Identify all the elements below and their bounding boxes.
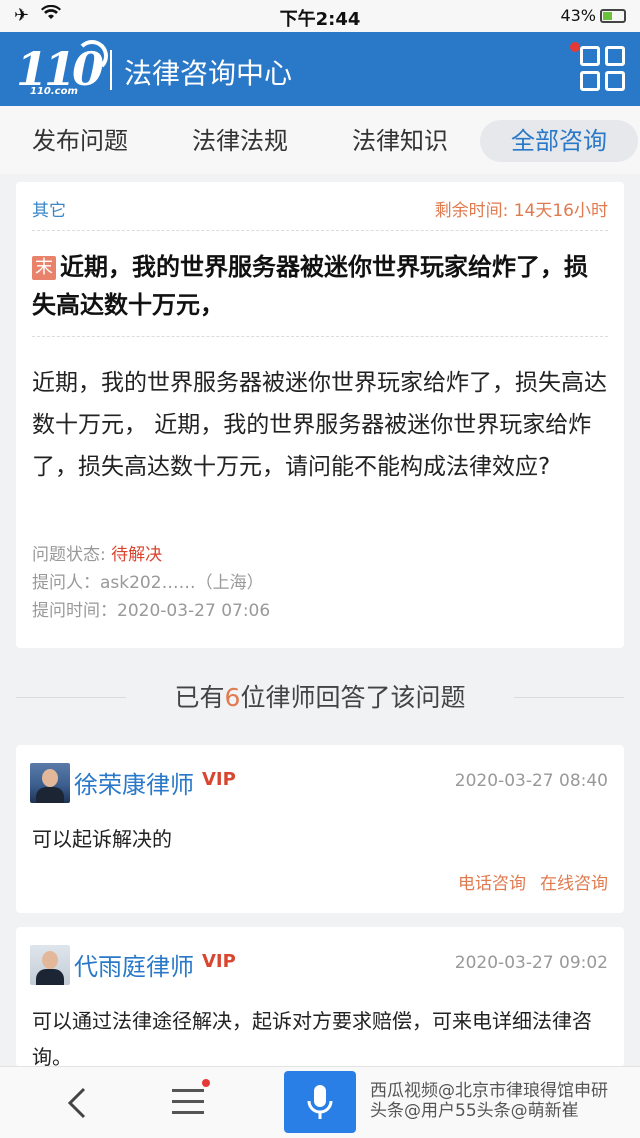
phone-consult-link[interactable]: 电话咨询 bbox=[458, 874, 526, 894]
bottom-toolbar: 西瓜视频@北京市律琅得馆申研 头条@用户55头条@萌新崔 bbox=[0, 1066, 640, 1138]
answer-time: 2020-03-27 08:40 bbox=[454, 771, 608, 791]
question-time: 提问时间：2020-03-27 07:06 bbox=[32, 601, 271, 621]
watermark-line-2: 头条@用户55头条@萌新崔 bbox=[370, 1101, 579, 1121]
question-card: 其它 剩余时间: 14天16小时 末近期，我的世界服务器被迷你世界玩家给炸了，损… bbox=[16, 182, 624, 648]
tab-laws-regulations[interactable]: 法律法规 bbox=[178, 120, 302, 162]
vip-badge: VIP bbox=[202, 769, 236, 790]
menu-icon[interactable] bbox=[172, 1089, 204, 1117]
answer-card: 徐荣康律师 VIP 2020-03-27 08:40 可以起诉解决的 电话咨询在… bbox=[16, 745, 624, 913]
app-header: 110 110.com 法律咨询中心 bbox=[0, 32, 640, 106]
tab-all-consultations[interactable]: 全部咨询 bbox=[480, 120, 638, 162]
site-logo[interactable]: 110 110.com bbox=[16, 40, 108, 98]
avatar[interactable] bbox=[30, 763, 70, 803]
notification-dot bbox=[202, 1079, 210, 1087]
question-title-text: 近期，我的世界服务器被迷你世界玩家给炸了，损失高达数十万元， bbox=[32, 253, 588, 319]
answer-actions: 电话咨询 在线咨询 bbox=[444, 869, 608, 894]
answer-time: 2020-03-27 09:02 bbox=[454, 953, 608, 973]
question-asker: 提问人：ask202……（上海） bbox=[32, 573, 264, 593]
divider bbox=[32, 230, 608, 231]
back-icon[interactable] bbox=[60, 1085, 96, 1121]
answers-heading-prefix: 已有 bbox=[174, 683, 225, 712]
status-time: 下午2:44 bbox=[279, 9, 361, 30]
question-body: 近期，我的世界服务器被迷你世界玩家给炸了，损失高达数十万元， 近期，我的世界服务… bbox=[32, 370, 607, 480]
answer-text: 可以通过法律途径解决，起诉对方要求赔偿，可来电详细法律咨询。 bbox=[32, 1009, 592, 1069]
question-category[interactable]: 其它 bbox=[32, 196, 66, 221]
remaining-time: 剩余时间: 14天16小时 bbox=[434, 201, 608, 221]
question-status: 问题状态: 待解决 bbox=[32, 540, 162, 565]
answer-card: 代雨庭律师 VIP 2020-03-27 09:02 可以通过法律途径解决，起诉… bbox=[16, 927, 624, 1069]
logo-swoosh-icon bbox=[76, 40, 108, 72]
question-title: 末近期，我的世界服务器被迷你世界玩家给炸了，损失高达数十万元， bbox=[32, 248, 608, 324]
tab-legal-knowledge[interactable]: 法律知识 bbox=[338, 120, 462, 162]
answer-text: 可以起诉解决的 bbox=[32, 827, 172, 851]
answers-heading-suffix: 位律师回答了该问题 bbox=[240, 683, 466, 712]
status-bar: ✈ 下午2:44 43% bbox=[0, 0, 640, 32]
answers-count: 6 bbox=[224, 683, 241, 712]
battery-icon bbox=[600, 8, 626, 23]
divider bbox=[32, 336, 608, 337]
lawyer-name[interactable]: 代雨庭律师 bbox=[74, 947, 194, 982]
status-right: 43% bbox=[560, 6, 626, 25]
grid-menu-icon[interactable] bbox=[580, 46, 626, 92]
answers-heading: 已有6位律师回答了该问题 bbox=[0, 678, 640, 714]
notification-dot bbox=[570, 42, 580, 52]
question-tag: 末 bbox=[32, 256, 56, 280]
tab-bar: 发布问题 法律法规 法律知识 全部咨询 bbox=[0, 106, 640, 174]
lawyer-name[interactable]: 徐荣康律师 bbox=[74, 765, 194, 800]
status-label: 问题状态: bbox=[32, 545, 106, 565]
avatar[interactable] bbox=[30, 945, 70, 985]
microphone-icon[interactable] bbox=[284, 1071, 356, 1133]
online-consult-link[interactable]: 在线咨询 bbox=[540, 874, 608, 894]
watermark-line-1: 西瓜视频@北京市律琅得馆申研 bbox=[370, 1081, 608, 1101]
header-divider bbox=[110, 50, 112, 90]
video-watermark: 西瓜视频@北京市律琅得馆申研 头条@用户55头条@萌新崔 bbox=[370, 1081, 608, 1121]
status-badge: 待解决 bbox=[111, 545, 163, 565]
battery-percent: 43% bbox=[560, 6, 596, 25]
page-title: 法律咨询中心 bbox=[124, 57, 293, 90]
vip-badge: VIP bbox=[202, 951, 236, 972]
logo-domain: 110.com bbox=[30, 86, 78, 97]
tab-publish-question[interactable]: 发布问题 bbox=[18, 120, 142, 162]
